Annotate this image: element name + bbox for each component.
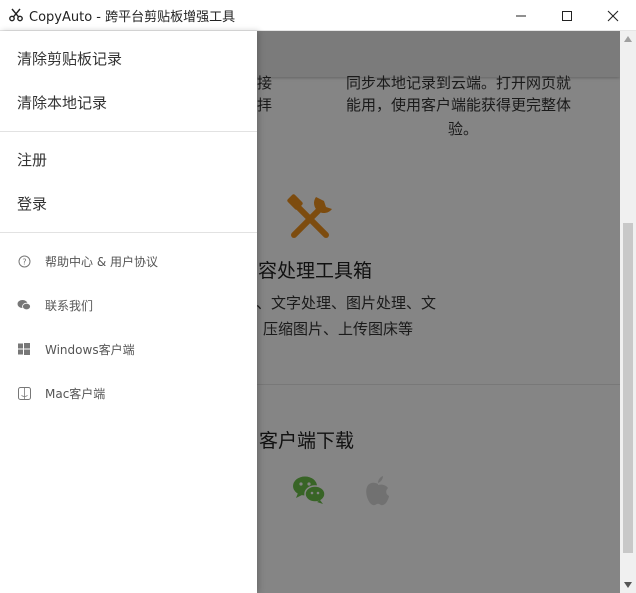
maximize-icon (562, 10, 572, 21)
mac-client-link[interactable]: Mac客户端 (17, 383, 105, 403)
arrow-down-icon (624, 582, 632, 588)
window-title: CopyAuto - 跨平台剪贴板增强工具 (29, 9, 236, 25)
wechat-small-icon (17, 298, 31, 312)
drawer-divider (0, 232, 257, 233)
windows-client-link[interactable]: Windows客户端 (17, 339, 135, 359)
register-button[interactable]: 注册 (17, 149, 47, 170)
mac-client-label: Mac客户端 (45, 386, 106, 401)
close-button[interactable] (590, 0, 636, 31)
close-icon (607, 10, 619, 21)
title-bar: CopyAuto - 跨平台剪贴板增强工具 (0, 0, 636, 31)
mac-finder-icon (17, 386, 31, 400)
clear-clipboard-button[interactable]: 清除剪贴板记录 (17, 48, 122, 69)
maximize-button[interactable] (544, 0, 590, 31)
vertical-scrollbar[interactable] (620, 31, 636, 593)
windows-icon (17, 342, 31, 356)
scroll-thumb[interactable] (623, 223, 633, 553)
help-center-link[interactable]: ? 帮助中心 & 用户协议 (17, 251, 158, 271)
scroll-up-button[interactable] (620, 31, 636, 47)
minimize-button[interactable] (498, 0, 544, 31)
help-center-label: 帮助中心 & 用户协议 (45, 254, 158, 269)
contact-link[interactable]: 联系我们 (17, 295, 93, 315)
help-circle-icon: ? (17, 254, 31, 268)
arrow-up-icon (624, 36, 632, 42)
scroll-down-button[interactable] (620, 577, 636, 593)
scissors-icon (9, 8, 23, 22)
svg-text:?: ? (22, 257, 26, 266)
login-button[interactable]: 登录 (17, 193, 47, 214)
window-controls (498, 0, 636, 31)
contact-label: 联系我们 (45, 298, 94, 313)
windows-client-label: Windows客户端 (45, 342, 135, 357)
clear-local-button[interactable]: 清除本地记录 (17, 92, 107, 113)
minimize-icon (516, 15, 526, 16)
drawer-divider (0, 131, 257, 132)
side-drawer: 清除剪贴板记录 清除本地记录 注册 登录 ? 帮助中心 & 用户协议 联系我们 … (0, 31, 257, 593)
